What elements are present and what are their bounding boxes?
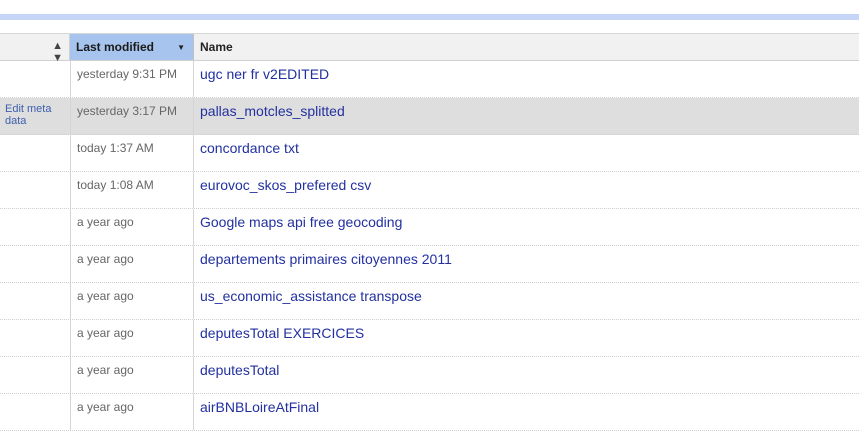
table-row[interactable]: a year ago deputesTotal EXERCICES [0,320,859,357]
table-body: yesterday 9:31 PM ugc ner fr v2EDITED Edit… [0,61,859,431]
file-name-link[interactable]: us_economic_assistance transpose [194,283,859,319]
table-row[interactable]: a year ago deputesTotal [0,357,859,394]
row-action-cell [0,320,70,356]
header-divider-bar [0,14,859,20]
file-name-link[interactable]: deputesTotal EXERCICES [194,320,859,356]
file-name-link[interactable]: deputesTotal [194,357,859,393]
column-header-actions[interactable]: ▲ ▼ [0,34,70,64]
file-name-link[interactable]: ugc ner fr v2EDITED [194,61,859,97]
row-action-cell [0,283,70,319]
table-row[interactable]: today 1:08 AM eurovoc_skos_prefered csv [0,172,859,209]
top-strip-partial [0,0,859,14]
file-name-link[interactable]: pallas_motcles_splitted [194,98,859,134]
column-header-last-modified[interactable]: Last modified ▼ [70,34,194,60]
file-name-link[interactable]: Google maps api free geocoding [194,209,859,245]
table-row[interactable]: a year ago departements primaires citoyen… [0,246,859,283]
caret-down-icon[interactable]: ▼ [177,43,185,52]
column-header-name-label: Name [200,40,233,54]
row-action-cell [0,135,70,171]
edit-metadata-link[interactable]: Edit meta data [0,98,70,134]
row-action-cell [0,172,70,208]
column-header-last-modified-label: Last modified [76,40,155,54]
file-list-table: ▲ ▼ Last modified ▼ Name yesterday 9:31 P… [0,33,859,431]
row-action-cell [0,209,70,245]
last-modified-cell: yesterday 3:17 PM [70,98,194,134]
last-modified-cell: today 1:37 AM [70,135,194,171]
last-modified-cell: a year ago [70,283,194,319]
table-header: ▲ ▼ Last modified ▼ Name [0,33,859,64]
table-row[interactable]: a year ago us_economic_assistance transpo… [0,283,859,320]
table-row[interactable]: a year ago Google maps api free geocoding [0,209,859,246]
table-row[interactable]: Edit meta data yesterday 3:17 PM pallas_mo… [0,98,859,135]
last-modified-cell: a year ago [70,357,194,393]
table-row[interactable]: a year ago airBNBLoireAtFinal [0,394,859,431]
last-modified-cell: a year ago [70,246,194,282]
column-header-name[interactable]: Name [194,34,859,60]
last-modified-cell: today 1:08 AM [70,172,194,208]
row-action-cell [0,357,70,393]
last-modified-cell: yesterday 9:31 PM [70,61,194,97]
last-modified-cell: a year ago [70,320,194,356]
row-action-cell [0,61,70,97]
file-name-link[interactable]: departements primaires citoyennes 2011 [194,246,859,282]
sort-updown-icon[interactable]: ▲ ▼ [52,40,63,64]
row-action-cell [0,246,70,282]
file-name-link[interactable]: eurovoc_skos_prefered csv [194,172,859,208]
file-name-link[interactable]: concordance txt [194,135,859,171]
table-row[interactable]: today 1:37 AM concordance txt [0,135,859,172]
table-row[interactable]: yesterday 9:31 PM ugc ner fr v2EDITED [0,61,859,98]
last-modified-cell: a year ago [70,209,194,245]
